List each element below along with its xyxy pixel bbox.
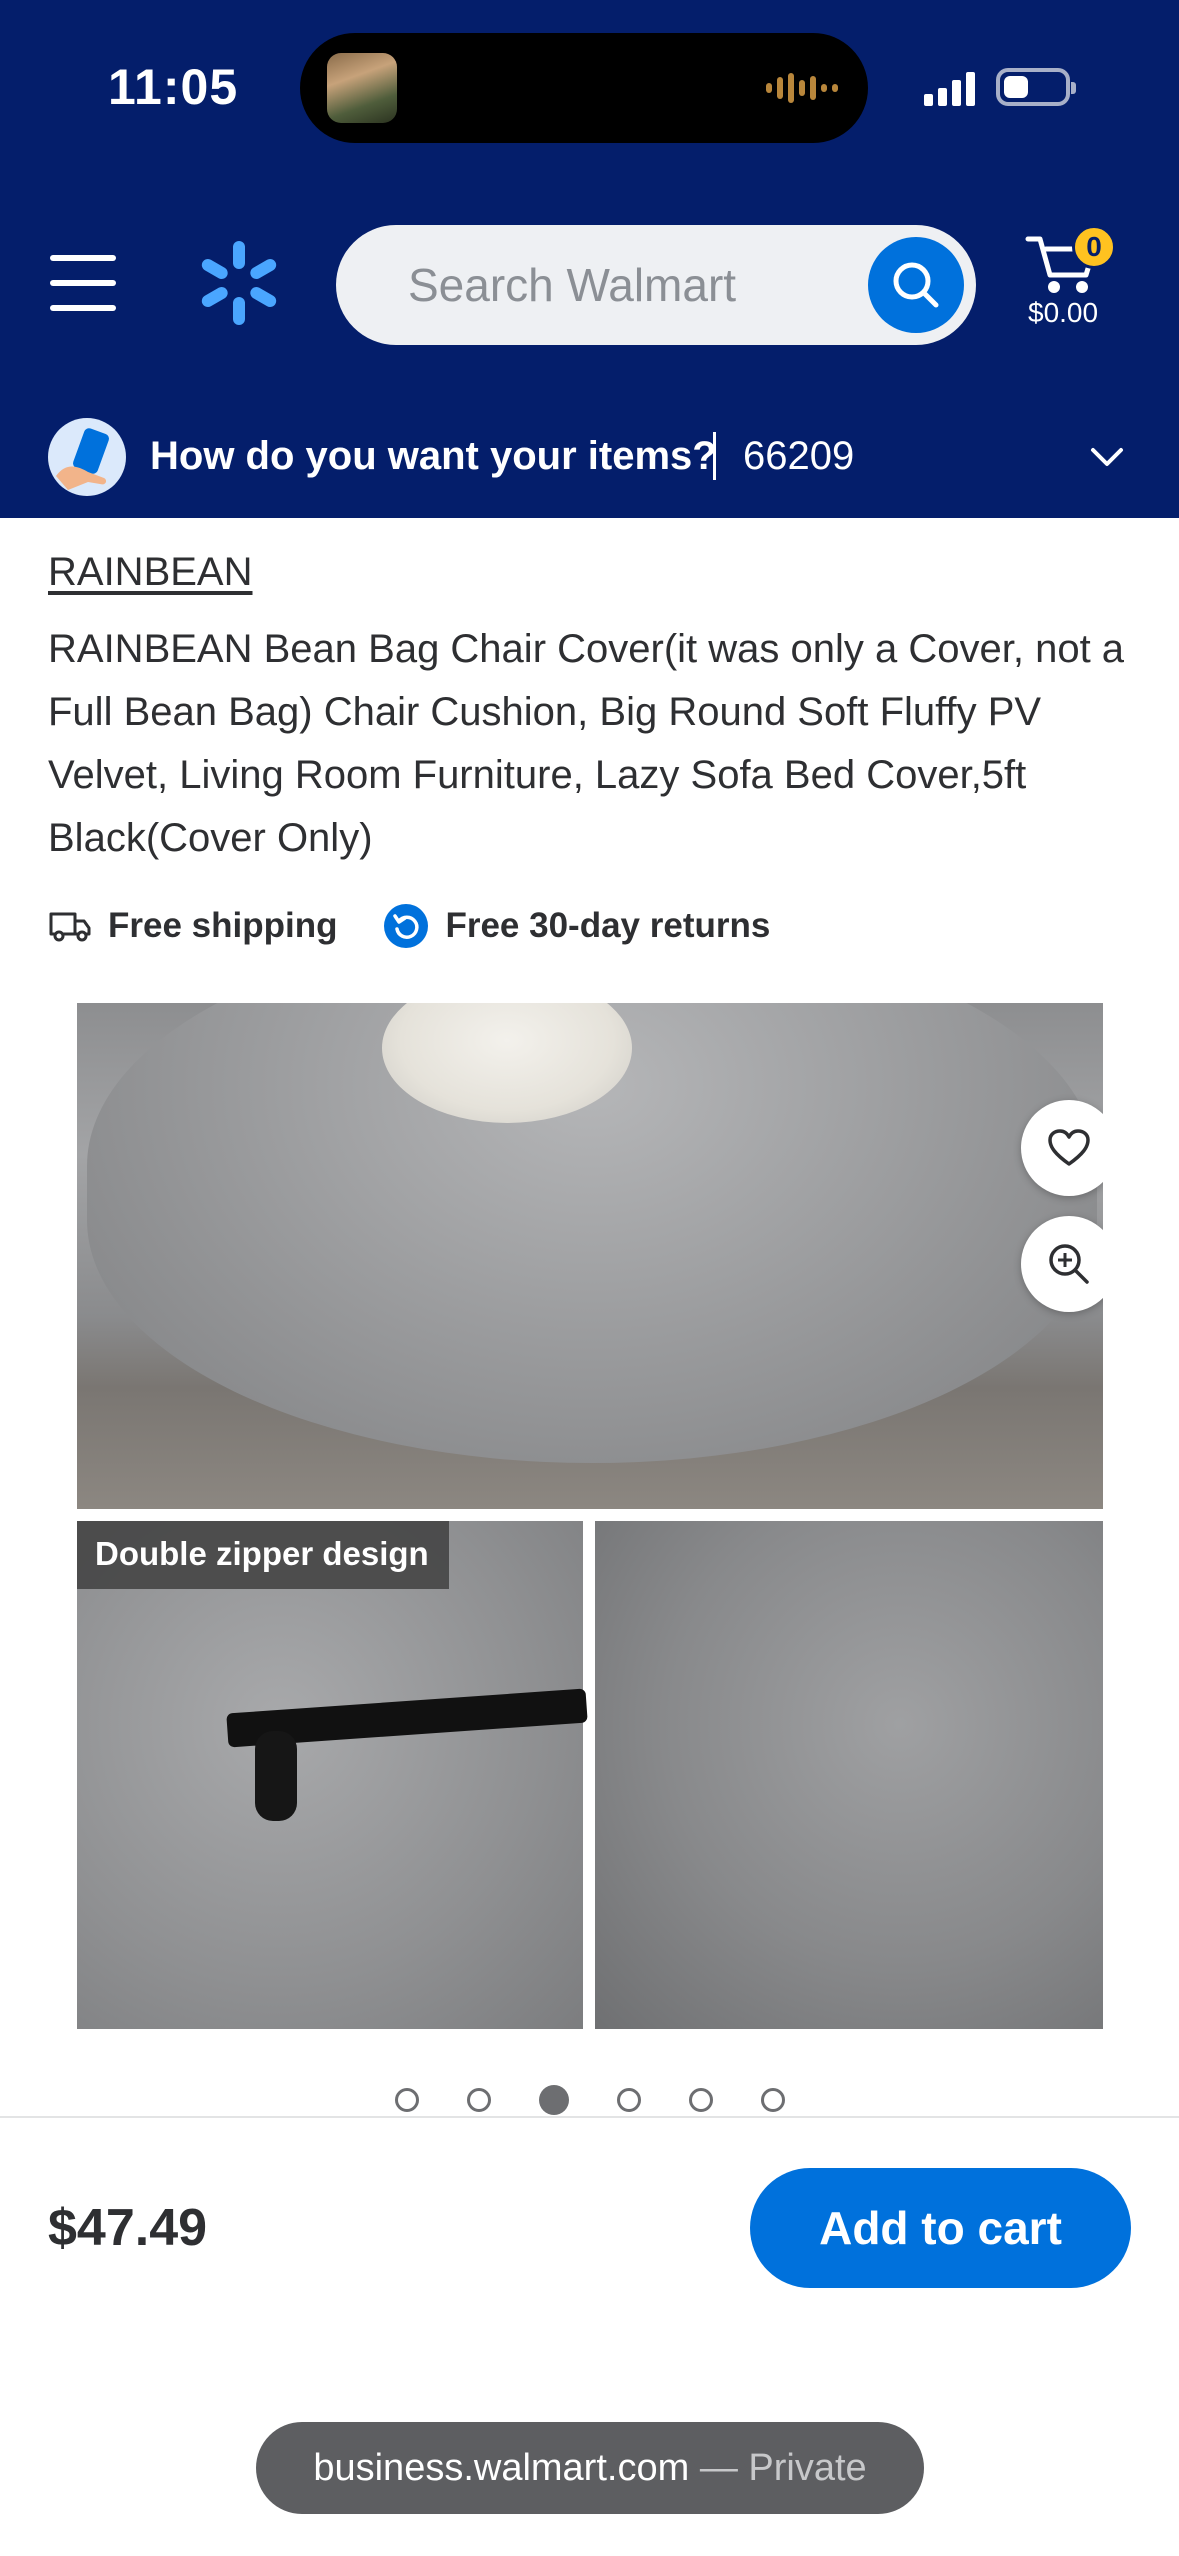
album-art-icon — [327, 53, 397, 123]
product-image-bean-bag — [77, 1003, 1103, 1509]
signal-icon — [924, 70, 975, 106]
search-icon — [893, 262, 939, 308]
product-price: $47.49 — [48, 2199, 208, 2257]
carousel-dot[interactable] — [689, 2088, 713, 2112]
menu-icon[interactable] — [50, 255, 116, 311]
carousel-dot[interactable] — [395, 2088, 419, 2112]
search-button[interactable] — [868, 237, 964, 333]
carousel-dot-active[interactable] — [539, 2085, 569, 2115]
purchase-bar: $47.49 Add to cart business.walmart.com … — [0, 2116, 1179, 2556]
divider — [713, 432, 716, 480]
status-time: 11:05 — [108, 59, 239, 115]
perk-label: Free 30-day returns — [445, 906, 771, 945]
cart-total: $0.00 — [1028, 297, 1099, 328]
add-to-cart-button[interactable]: Add to cart — [750, 2168, 1131, 2288]
search-bar — [336, 225, 976, 345]
zoom-in-icon — [1049, 1244, 1089, 1284]
perks-row: Free shipping Free 30-day returns — [48, 900, 816, 952]
carousel-dot[interactable] — [467, 2088, 491, 2112]
product-image-zipper: Double zipper design — [77, 1521, 588, 2029]
perk-free-shipping: Free shipping — [48, 906, 337, 946]
delivery-selector[interactable]: How do you want your items? 66209 — [0, 410, 1179, 518]
delivery-phone-icon — [48, 418, 126, 496]
dynamic-island[interactable] — [300, 33, 868, 143]
delivery-zip: 66209 — [743, 434, 855, 478]
brand-link[interactable]: RAINBEAN — [48, 550, 253, 595]
zipper-pull — [255, 1731, 297, 1821]
carousel-dot[interactable] — [761, 2088, 785, 2112]
returns-icon — [384, 904, 429, 948]
delivery-prompt: How do you want your items? — [150, 434, 717, 478]
cart-button[interactable]: 0 $0.00 — [1020, 225, 1140, 335]
chevron-down-icon — [1091, 448, 1123, 466]
heart-icon — [1048, 1129, 1090, 1166]
browser-url-bar[interactable]: business.walmart.com — Private — [256, 2422, 924, 2514]
perk-label: Free shipping — [108, 906, 338, 945]
product-image-fabric — [595, 1521, 1103, 2029]
private-mode-label: — Private — [699, 2447, 867, 2489]
audio-waveform-icon — [766, 73, 838, 103]
walmart-spark-logo[interactable] — [198, 240, 280, 326]
header: 11:05 Search Walmart 0 $0.00 How do you … — [0, 0, 1179, 518]
battery-icon — [996, 68, 1076, 106]
product-image-carousel[interactable]: Double zipper design — [77, 1003, 1103, 2029]
search-input[interactable] — [408, 225, 868, 345]
image-caption: Double zipper design — [77, 1521, 449, 1589]
perk-free-returns: Free 30-day returns — [383, 903, 770, 949]
url-domain: business.walmart.com — [313, 2447, 690, 2489]
product-title: RAINBEAN Bean Bag Chair Cover(it was onl… — [48, 627, 1125, 860]
carousel-pagination — [395, 2085, 833, 2115]
carousel-dot[interactable] — [617, 2088, 641, 2112]
truck-icon — [49, 912, 91, 942]
cart-count-badge: 0 — [1072, 225, 1116, 269]
